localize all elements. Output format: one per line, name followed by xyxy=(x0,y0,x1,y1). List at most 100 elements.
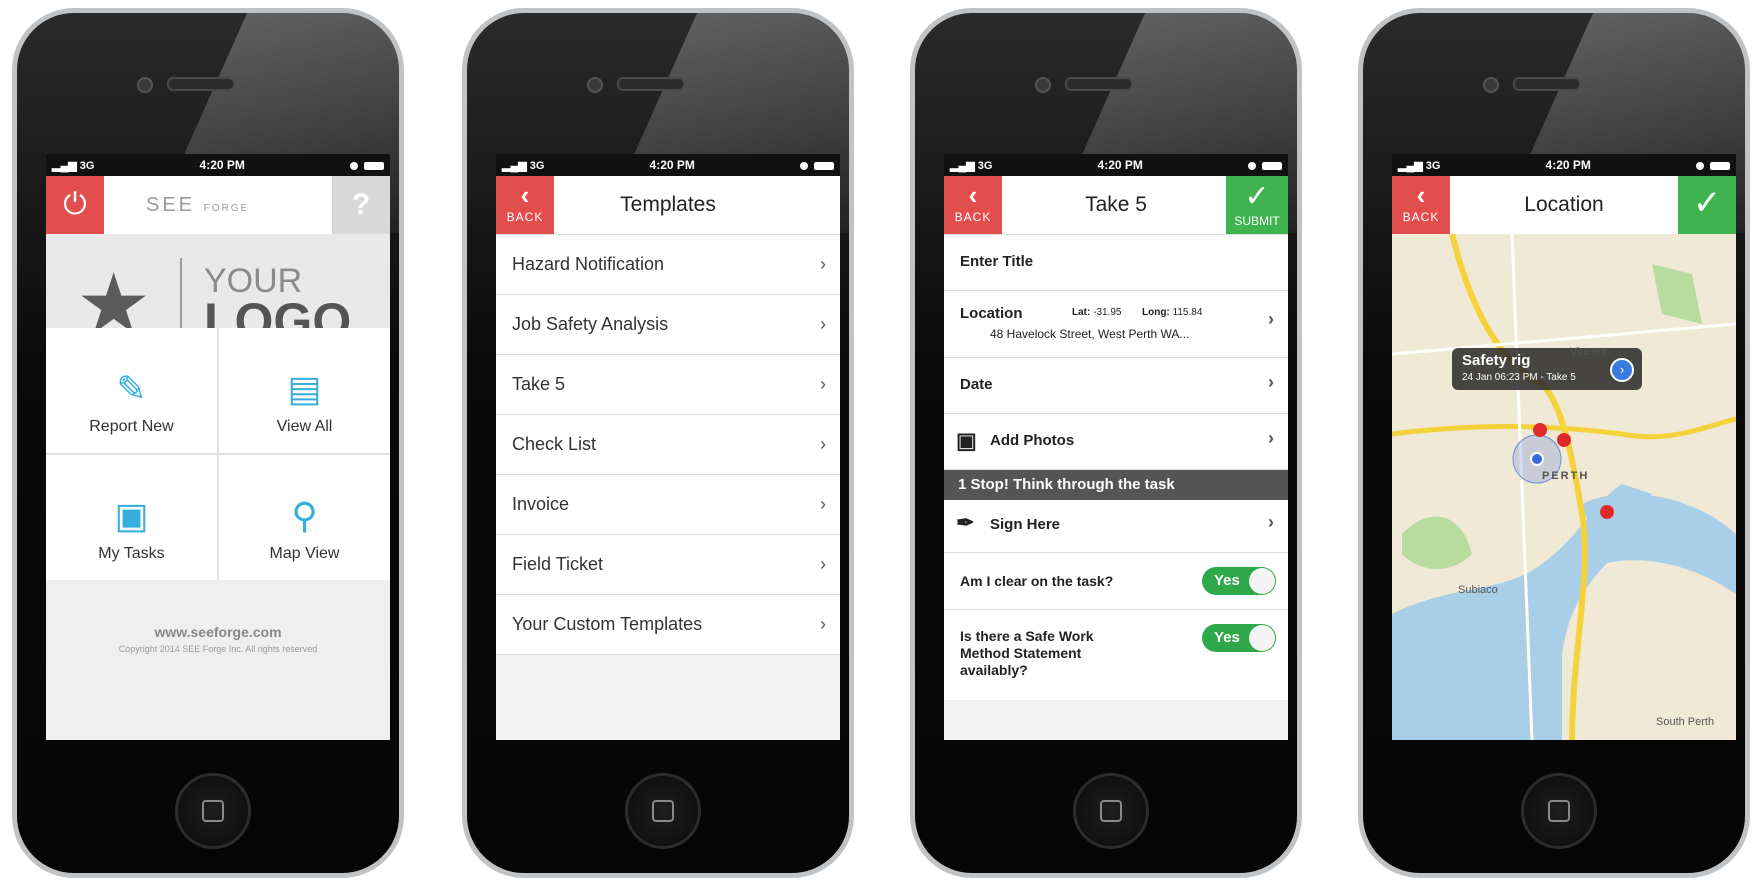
camera-icon: ▣ xyxy=(956,428,977,453)
status-bar: ▂▄▆ 3G 4:20 PM xyxy=(1392,154,1736,176)
template-label: Hazard Notification xyxy=(512,254,665,274)
power-button[interactable]: ⏻ xyxy=(46,176,104,234)
camera xyxy=(1035,77,1051,93)
chevron-right-icon: › xyxy=(820,494,826,514)
templates-screen: ▂▄▆ 3G 4:20 PM Templates ‹ BACK Hazard N… xyxy=(496,154,840,740)
signal-indicator: ▂▄▆ 3G xyxy=(1398,159,1441,172)
pencil-icon: ✎ xyxy=(116,368,147,409)
chevron-left-icon: ‹ xyxy=(968,180,978,210)
tile-report-new[interactable]: ✎ Report New xyxy=(46,328,217,453)
template-item[interactable]: Take 5 › xyxy=(496,355,840,415)
chevron-right-icon: › xyxy=(1268,309,1274,329)
home-button[interactable] xyxy=(1073,773,1149,849)
footer-url[interactable]: www.seeforge.com xyxy=(46,624,390,640)
power-icon: ⏻ xyxy=(63,188,87,221)
callout-title: Safety rig xyxy=(1462,352,1531,369)
home-button[interactable] xyxy=(1521,773,1597,849)
long-label: Long: 115.84 xyxy=(1142,307,1203,318)
speaker xyxy=(1065,77,1133,91)
map-pin-icon: ⚲ xyxy=(291,495,318,536)
templates-header: Templates ‹ BACK xyxy=(496,176,840,235)
location-address: 48 Havelock Street, West Perth WA... xyxy=(990,327,1190,341)
help-button[interactable]: ? xyxy=(332,176,390,234)
location-label: Location xyxy=(960,305,1023,322)
submit-button[interactable]: ✓ SUBMIT xyxy=(1226,176,1288,234)
home-button[interactable] xyxy=(625,773,701,849)
template-item[interactable]: Hazard Notification › xyxy=(496,235,840,295)
chevron-right-icon: › xyxy=(820,434,826,454)
back-button[interactable]: ‹ BACK xyxy=(496,176,554,234)
enter-title-row[interactable]: Enter Title xyxy=(944,235,1288,291)
check-icon: ✓ xyxy=(1692,184,1722,222)
question-row-2: Is there a Safe Work Method Statement av… xyxy=(944,610,1288,700)
template-label: Your Custom Templates xyxy=(512,614,703,634)
pen-icon: ✒ xyxy=(956,510,975,535)
map-graphic xyxy=(1392,234,1736,740)
sign-here-label: Sign Here xyxy=(990,516,1061,533)
signal-indicator: ▂▄▆ 3G xyxy=(52,159,95,172)
home-button[interactable] xyxy=(175,773,251,849)
question-2: Is there a Safe Work Method Statement av… xyxy=(960,628,1094,678)
camera xyxy=(1483,77,1499,93)
tile-view-all[interactable]: ▤ View All xyxy=(219,328,390,453)
label-south-perth: South Perth xyxy=(1656,716,1715,728)
confirm-button[interactable]: ✓ xyxy=(1678,176,1736,234)
chevron-right-icon: › xyxy=(1268,372,1274,392)
status-bar: ▂▄▆ 3G 4:20 PM xyxy=(496,154,840,176)
brand-logo: SEE FORGE xyxy=(146,194,250,216)
question-row-1: Am I clear on the task? Yes xyxy=(944,553,1288,610)
phone-home: ▂▄▆ 3G 4:20 PM ⏻ SEE FORGE ? ★ YOUR LOGO… xyxy=(12,8,404,878)
enter-title-label: Enter Title xyxy=(960,253,1034,270)
add-photos-label: Add Photos xyxy=(990,432,1075,449)
chevron-right-icon: › xyxy=(820,554,826,574)
status-time: 4:20 PM xyxy=(1097,158,1143,172)
info-arrow-icon[interactable]: › xyxy=(1610,358,1634,382)
back-button[interactable]: ‹ BACK xyxy=(1392,176,1450,234)
chevron-right-icon: › xyxy=(820,254,826,274)
chevron-left-icon: ‹ xyxy=(520,180,530,210)
status-bar: ▂▄▆ 3G 4:20 PM xyxy=(46,154,390,176)
status-bar: ▂▄▆ 3G 4:20 PM xyxy=(944,154,1288,176)
template-item[interactable]: Check List › xyxy=(496,415,840,475)
speaker xyxy=(617,77,685,91)
take5-header: Take 5 ‹ BACK ✓ SUBMIT xyxy=(944,176,1288,235)
template-item[interactable]: Field Ticket › xyxy=(496,535,840,595)
map-view[interactable]: Safety rig 24 Jan 06:23 PM - Take 5 › PE… xyxy=(1392,234,1736,740)
tile-label: My Tasks xyxy=(98,545,165,562)
tile-map-view[interactable]: ⚲ Map View xyxy=(219,455,390,580)
home-header: ⏻ SEE FORGE ? xyxy=(46,176,390,234)
chevron-left-icon: ‹ xyxy=(1416,180,1426,210)
toggle-q1[interactable]: Yes xyxy=(1202,567,1276,595)
home-screen: ▂▄▆ 3G 4:20 PM ⏻ SEE FORGE ? ★ YOUR LOGO… xyxy=(46,154,390,740)
status-time: 4:20 PM xyxy=(1545,158,1591,172)
date-row[interactable]: Date › xyxy=(944,358,1288,414)
back-button[interactable]: ‹ BACK xyxy=(944,176,1002,234)
chevron-right-icon: › xyxy=(1268,512,1274,532)
template-item[interactable]: Job Safety Analysis › xyxy=(496,295,840,355)
label-perth: PERTH xyxy=(1542,470,1590,482)
template-label: Check List xyxy=(512,434,597,454)
location-screen: ▂▄▆ 3G 4:20 PM Location ‹ BACK ✓ Safety … xyxy=(1392,154,1736,740)
add-photos-row[interactable]: ▣ Add Photos › xyxy=(944,414,1288,470)
template-item[interactable]: Your Custom Templates › xyxy=(496,595,840,655)
toggle-q2[interactable]: Yes xyxy=(1202,624,1276,652)
tile-my-tasks[interactable]: ▣ My Tasks xyxy=(46,455,217,580)
signal-indicator: ▂▄▆ 3G xyxy=(950,159,993,172)
tile-label: Report New xyxy=(89,418,174,435)
templates-list: Hazard Notification › Job Safety Analysis ›… xyxy=(496,235,840,655)
tile-label: Map View xyxy=(269,545,340,562)
template-label: Job Safety Analysis xyxy=(512,314,669,334)
documents-icon: ▤ xyxy=(287,368,322,409)
map-callout[interactable]: Safety rig 24 Jan 06:23 PM - Take 5 › xyxy=(1452,348,1642,390)
template-item[interactable]: Invoice › xyxy=(496,475,840,535)
chevron-right-icon: › xyxy=(820,314,826,334)
location-header: Location ‹ BACK ✓ xyxy=(1392,176,1736,235)
section-header: 1 Stop! Think through the task xyxy=(944,470,1288,500)
chevron-right-icon: › xyxy=(820,614,826,634)
sign-here-row[interactable]: ✒ Sign Here › xyxy=(944,500,1288,553)
label-subiaco: Subiaco xyxy=(1458,584,1498,596)
signal-indicator: ▂▄▆ 3G xyxy=(502,159,545,172)
template-label: Take 5 xyxy=(512,374,566,394)
home-tiles: ✎ Report New ▤ View All ▣ My Tasks ⚲ Map… xyxy=(46,328,390,580)
location-row[interactable]: Location Lat: -31.95 Long: 115.84 48 Hav… xyxy=(944,291,1288,358)
